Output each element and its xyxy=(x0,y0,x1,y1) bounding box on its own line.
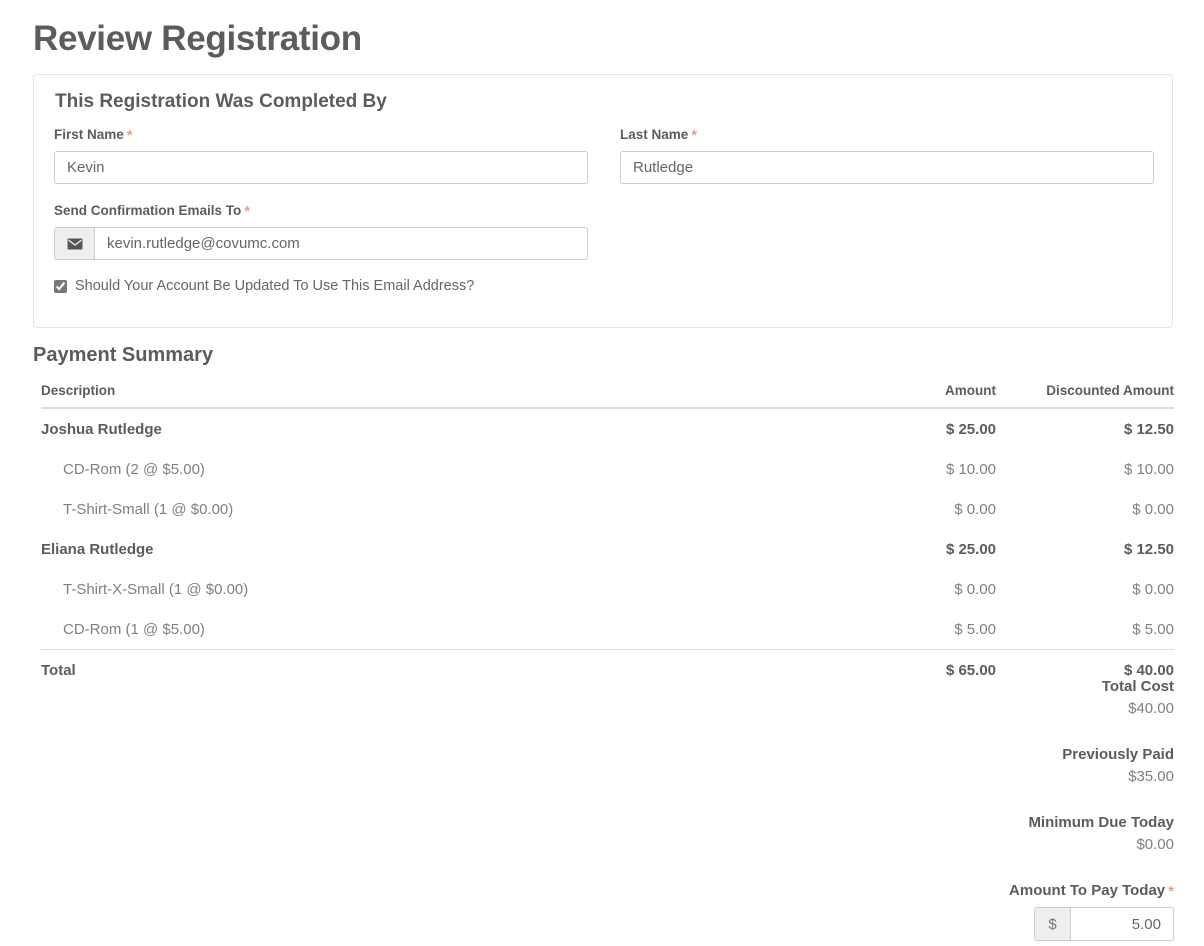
amount-to-pay-today-input[interactable] xyxy=(1070,907,1174,941)
row-amount: $ 10.00 xyxy=(831,449,996,489)
amount-to-pay-today-label-text: Amount To Pay Today xyxy=(1009,882,1165,899)
minimum-due-today-value: $0.00 xyxy=(774,834,1174,856)
first-name-label-text: First Name xyxy=(54,127,124,142)
last-name-label-text: Last Name xyxy=(620,127,688,142)
last-name-label: Last Name* xyxy=(620,126,697,143)
confirmation-email-label-text: Send Confirmation Emails To xyxy=(54,203,241,218)
row-description: Total xyxy=(41,650,831,691)
row-amount: $ 0.00 xyxy=(831,489,996,529)
row-description: Joshua Rutledge xyxy=(41,408,831,449)
required-asterisk: * xyxy=(1168,883,1174,900)
row-description: T-Shirt-Small (1 @ $0.00) xyxy=(41,489,831,529)
update-account-checkbox-label: Should Your Account Be Updated To Use Th… xyxy=(75,278,474,294)
row-discounted: $ 5.00 xyxy=(996,609,1174,650)
row-description: CD-Rom (1 @ $5.00) xyxy=(41,609,831,650)
table-row: CD-Rom (1 @ $5.00) $ 5.00 $ 5.00 xyxy=(41,609,1174,650)
total-cost-label: Total Cost xyxy=(774,676,1174,698)
table-header-row: Description Amount Discounted Amount xyxy=(41,383,1174,408)
amount-to-pay-today-item: Amount To Pay Today* $ xyxy=(774,880,1174,941)
review-registration-page: Review Registration This Registration Wa… xyxy=(0,0,1204,946)
row-discounted: $ 0.00 xyxy=(996,569,1174,609)
table-row: CD-Rom (2 @ $5.00) $ 10.00 $ 10.00 xyxy=(41,449,1174,489)
previously-paid-item: Previously Paid $35.00 xyxy=(774,744,1174,788)
required-asterisk: * xyxy=(691,127,697,144)
table-row: Eliana Rutledge $ 25.00 $ 12.50 xyxy=(41,529,1174,569)
column-header-description: Description xyxy=(41,383,831,408)
row-amount: $ 25.00 xyxy=(831,529,996,569)
envelope-icon xyxy=(54,227,94,260)
payment-summary-table: Description Amount Discounted Amount Jos… xyxy=(41,383,1174,690)
confirmation-email-input[interactable] xyxy=(94,227,588,260)
panel-heading: This Registration Was Completed By xyxy=(55,91,387,113)
total-cost-item: Total Cost $40.00 xyxy=(774,676,1174,720)
amount-to-pay-today-label: Amount To Pay Today* xyxy=(774,880,1174,902)
total-cost-value: $40.00 xyxy=(774,698,1174,720)
currency-symbol-icon: $ xyxy=(1034,907,1070,941)
first-name-label: First Name* xyxy=(54,126,133,143)
first-name-input[interactable] xyxy=(54,151,588,184)
confirmation-email-group xyxy=(54,227,588,260)
payment-summary-head: Description Amount Discounted Amount xyxy=(41,383,1174,408)
table-row: Joshua Rutledge $ 25.00 $ 12.50 xyxy=(41,408,1174,449)
last-name-input[interactable] xyxy=(620,151,1154,184)
column-header-discounted-amount: Discounted Amount xyxy=(996,383,1174,408)
update-account-checkbox-row[interactable]: Should Your Account Be Updated To Use Th… xyxy=(54,278,474,294)
table-row: T-Shirt-Small (1 @ $0.00) $ 0.00 $ 0.00 xyxy=(41,489,1174,529)
required-asterisk: * xyxy=(127,127,133,144)
previously-paid-value: $35.00 xyxy=(774,766,1174,788)
minimum-due-today-label: Minimum Due Today xyxy=(774,812,1174,834)
payment-summary-title: Payment Summary xyxy=(33,344,213,367)
previously-paid-label: Previously Paid xyxy=(774,744,1174,766)
row-discounted: $ 10.00 xyxy=(996,449,1174,489)
amount-to-pay-today-group: $ xyxy=(1034,907,1174,941)
row-amount: $ 5.00 xyxy=(831,609,996,650)
row-amount: $ 25.00 xyxy=(831,408,996,449)
column-header-amount: Amount xyxy=(831,383,996,408)
row-description: Eliana Rutledge xyxy=(41,529,831,569)
update-account-checkbox[interactable] xyxy=(54,280,67,293)
payment-summary-body: Joshua Rutledge $ 25.00 $ 12.50 CD-Rom (… xyxy=(41,408,1174,690)
row-discounted: $ 12.50 xyxy=(996,529,1174,569)
row-discounted: $ 12.50 xyxy=(996,408,1174,449)
row-description: CD-Rom (2 @ $5.00) xyxy=(41,449,831,489)
minimum-due-today-item: Minimum Due Today $0.00 xyxy=(774,812,1174,856)
row-amount: $ 0.00 xyxy=(831,569,996,609)
row-discounted: $ 0.00 xyxy=(996,489,1174,529)
confirmation-email-label: Send Confirmation Emails To* xyxy=(54,202,250,219)
totals-block: Total Cost $40.00 Previously Paid $35.00… xyxy=(774,676,1174,946)
table-row: T-Shirt-X-Small (1 @ $0.00) $ 0.00 $ 0.0… xyxy=(41,569,1174,609)
required-asterisk: * xyxy=(244,203,250,220)
row-description: T-Shirt-X-Small (1 @ $0.00) xyxy=(41,569,831,609)
page-title: Review Registration xyxy=(33,17,362,61)
